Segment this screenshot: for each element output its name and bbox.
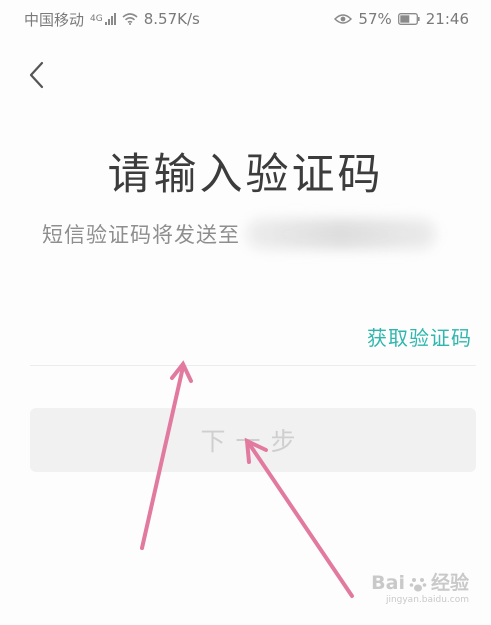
page-title: 请输入验证码 [107,150,384,200]
status-right: 57% 21:46 [334,10,469,28]
paw-icon [409,577,427,591]
watermark-logo: Bai 经验 [371,574,469,593]
network-speed: 8.57K/s [143,10,200,28]
back-button[interactable] [22,58,50,92]
carrier-name: 中国移动 [24,10,85,29]
blurred-phone-number [246,219,436,249]
battery-percent: 57% [358,10,392,28]
watermark-url: jingyan.baidu.com [385,595,469,605]
next-step-button[interactable]: 下一步 [30,408,476,472]
get-code-button[interactable]: 获取验证码 [367,322,476,351]
wifi-icon [122,13,138,25]
eye-comfort-icon [334,14,353,24]
code-input-row: 获取验证码 [30,308,476,366]
verification-screen: 中国移动 4G 8.57K/s 57% 21:46 请输入验证码 短信验证码将发… [0,0,491,625]
signal-icon [104,13,116,25]
clock: 21:46 [425,10,469,28]
battery-icon [397,13,420,25]
status-bar: 中国移动 4G 8.57K/s 57% 21:46 [0,0,491,38]
baidu-jingyan-watermark: Bai 经验 jingyan.baidu.com [371,574,469,605]
chevron-left-icon [29,61,44,89]
status-left: 中国移动 4G 8.57K/s [24,9,200,30]
subtitle-row: 短信验证码将发送至 [42,218,436,250]
verification-code-input[interactable] [30,308,367,365]
network-type: 4G [90,14,103,24]
watermark-brand: Bai [371,572,405,594]
sms-hint-text: 短信验证码将发送至 [42,223,240,247]
watermark-brand-suffix: 经验 [430,572,469,594]
